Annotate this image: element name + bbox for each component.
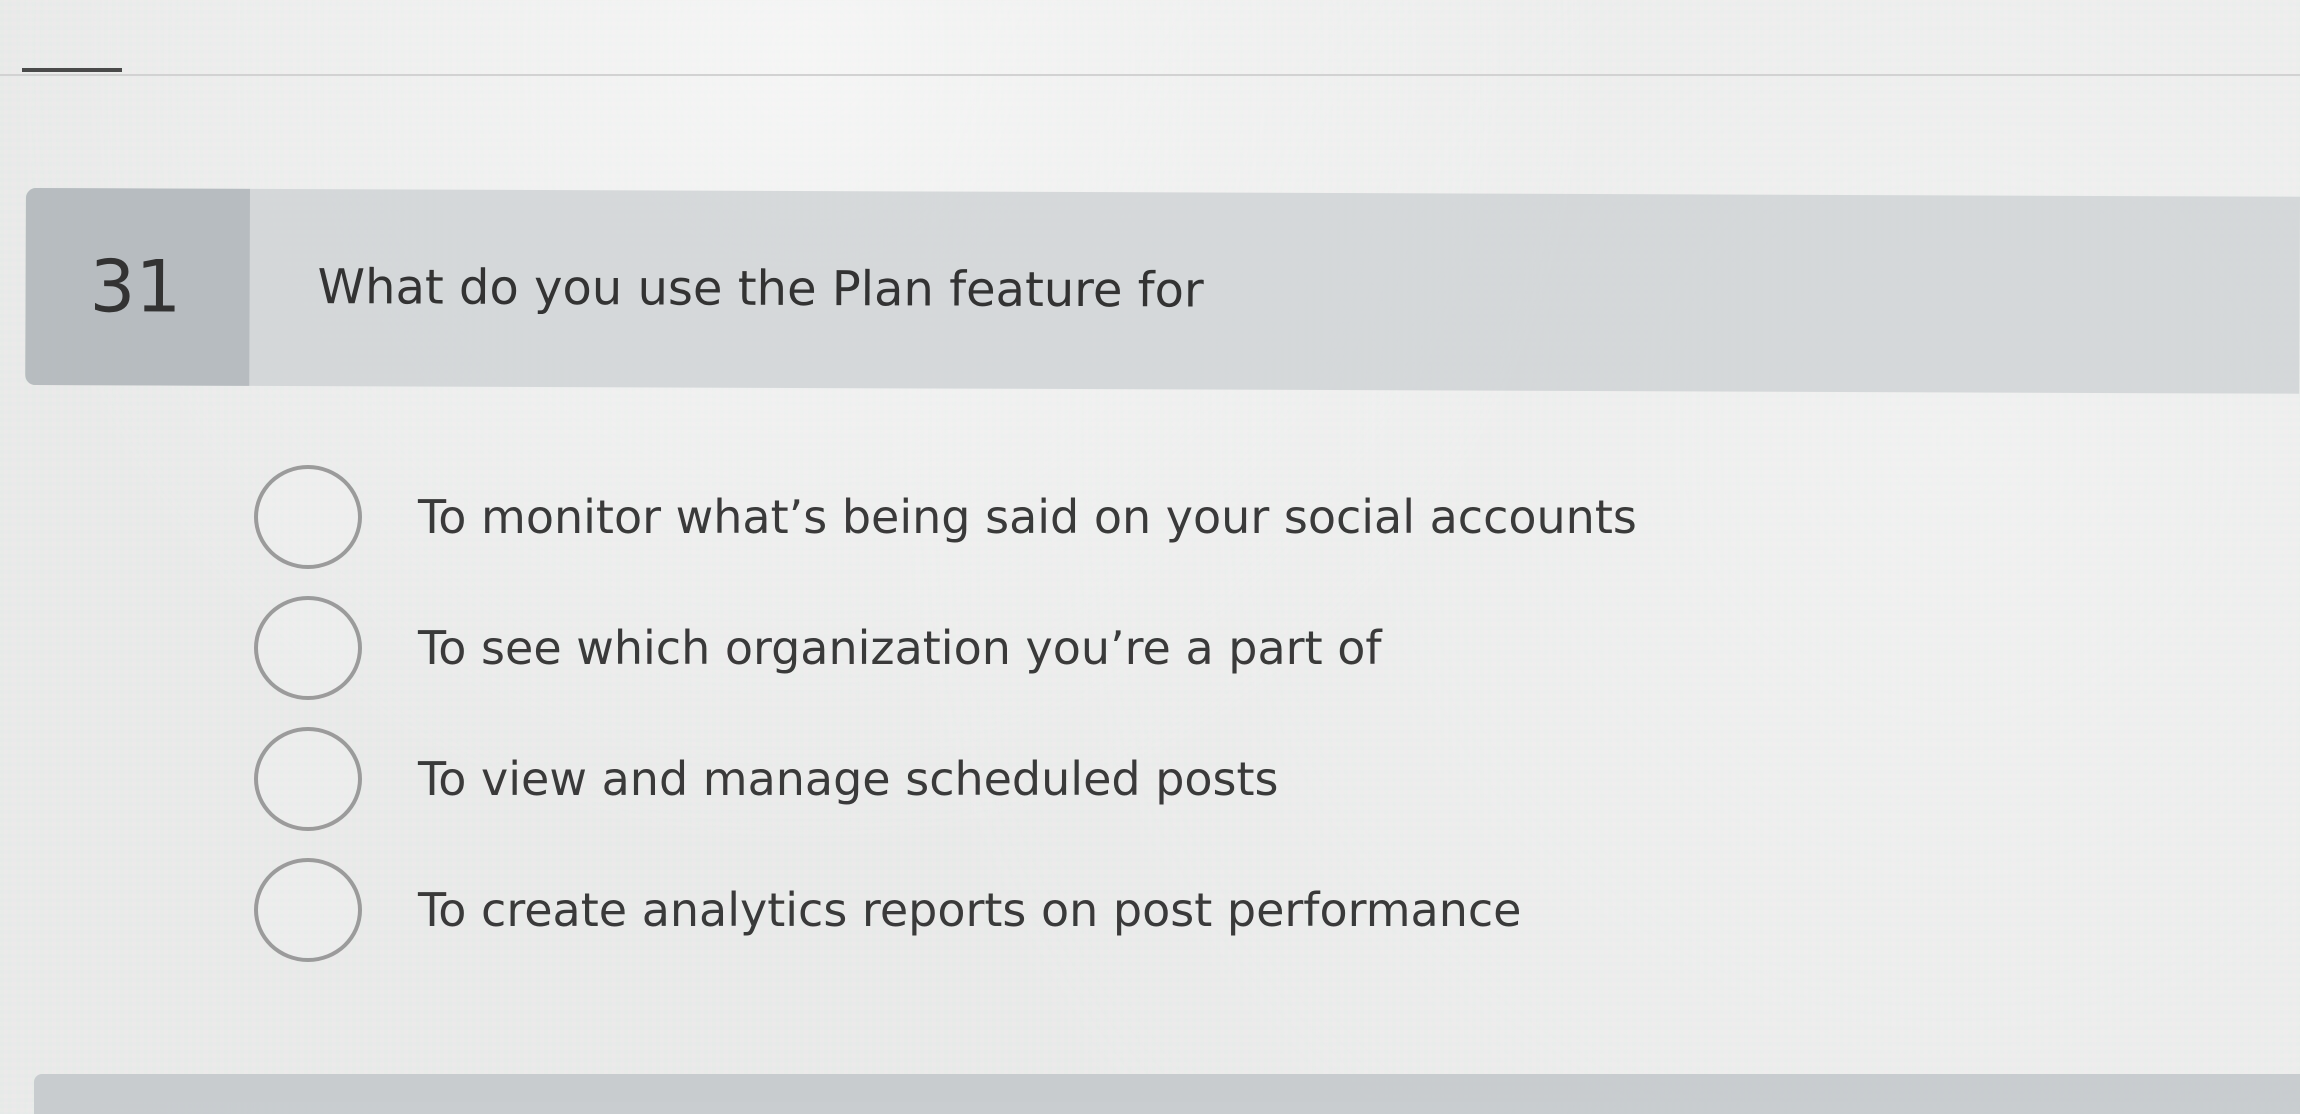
radio-button[interactable] xyxy=(254,727,362,831)
answer-option-label: To see which organization you’re a part … xyxy=(418,621,1382,675)
question-header: 31 What do you use the Plan feature for xyxy=(25,188,2300,394)
question-number-box: 31 xyxy=(25,188,250,386)
radio-button[interactable] xyxy=(254,465,362,569)
question-text: What do you use the Plan feature for xyxy=(317,259,1204,319)
previous-question-divider xyxy=(22,68,122,72)
answer-option[interactable]: To see which organization you’re a part … xyxy=(254,596,2154,700)
question-number: 31 xyxy=(89,244,182,329)
answer-option-label: To monitor what’s being said on your soc… xyxy=(418,490,1637,544)
answer-option[interactable]: To monitor what’s being said on your soc… xyxy=(254,465,2154,569)
answer-option[interactable]: To view and manage scheduled posts xyxy=(254,727,2154,831)
answer-option-label: To view and manage scheduled posts xyxy=(418,752,1279,806)
answer-option-label: To create analytics reports on post perf… xyxy=(418,883,1522,937)
radio-button[interactable] xyxy=(254,596,362,700)
next-question-card xyxy=(34,1074,2300,1114)
radio-button[interactable] xyxy=(254,858,362,962)
answer-options: To monitor what’s being said on your soc… xyxy=(254,465,2154,989)
answer-option[interactable]: To create analytics reports on post perf… xyxy=(254,858,2154,962)
page-separator xyxy=(0,74,2300,76)
